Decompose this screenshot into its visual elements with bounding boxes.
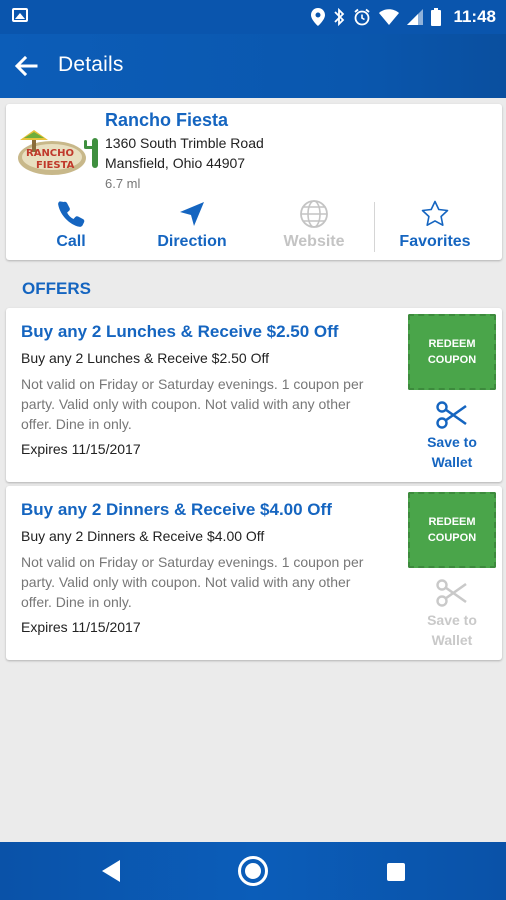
address-line-2: Mansfield, Ohio 44907 xyxy=(105,155,246,171)
redeem-coupon-button[interactable]: REDEEM COUPON xyxy=(408,314,496,390)
svg-text:RANCHO: RANCHO xyxy=(26,148,74,159)
offer-expiry: Expires 11/15/2017 xyxy=(21,619,141,635)
call-label: Call xyxy=(56,233,86,250)
gallery-icon xyxy=(12,8,28,22)
save-to-wallet-button[interactable]: Save to Wallet xyxy=(408,576,496,648)
arrow-left-icon[interactable] xyxy=(12,52,40,80)
offers-heading: OFFERS xyxy=(22,279,91,298)
save-to-wallet-label-line1: Save to xyxy=(427,612,477,628)
bluetooth-icon xyxy=(334,8,345,26)
scissors-icon xyxy=(436,579,467,607)
status-bar: 11:48 xyxy=(0,0,506,34)
website-button[interactable]: Website xyxy=(254,196,374,256)
battery-icon xyxy=(431,8,442,26)
website-label: Website xyxy=(283,233,345,250)
home-circle-icon[interactable] xyxy=(238,856,268,886)
favorites-label: Favorites xyxy=(399,233,471,250)
save-to-wallet-label-line1: Save to xyxy=(427,434,477,450)
rancho-fiesta-logo: RANCHO FIESTA xyxy=(18,130,98,175)
redeem-coupon-label: REDEEM COUPON xyxy=(427,338,477,366)
globe-icon xyxy=(300,200,328,228)
signal-icon xyxy=(407,9,424,25)
wifi-icon xyxy=(379,9,400,25)
offer-subtitle: Buy any 2 Lunches & Receive $2.50 Off xyxy=(21,350,270,366)
favorites-button[interactable]: Favorites xyxy=(375,196,495,256)
offer-card: Buy any 2 Dinners & Receive $4.00 Off Bu… xyxy=(6,486,502,660)
offer-title: Buy any 2 Lunches & Receive $2.50 Off xyxy=(21,322,339,341)
page-title: Details xyxy=(58,53,124,76)
save-to-wallet-label-line2: Wallet xyxy=(431,454,473,470)
alarm-icon xyxy=(354,8,371,26)
recents-square-icon[interactable] xyxy=(387,863,405,881)
offer-card: Buy any 2 Lunches & Receive $2.50 Off Bu… xyxy=(6,308,502,482)
phone-icon xyxy=(58,201,85,227)
save-to-wallet-label: Save to Wallet xyxy=(408,432,496,472)
redeem-coupon-label: REDEEM COUPON xyxy=(427,516,477,544)
offer-description: Not valid on Friday or Saturday evenings… xyxy=(21,554,364,610)
navigation-icon xyxy=(180,202,204,226)
save-to-wallet-label-line2: Wallet xyxy=(431,632,473,648)
app-bar: Details xyxy=(0,34,506,98)
offer-title: Buy any 2 Dinners & Receive $4.00 Off xyxy=(21,500,332,519)
redeem-coupon-button[interactable]: REDEEM COUPON xyxy=(408,492,496,568)
distance: 6.7 ml xyxy=(105,176,141,191)
system-nav-bar xyxy=(0,842,506,900)
business-card: RANCHO FIESTA Rancho Fiesta 1360 South T… xyxy=(6,104,502,260)
status-icons: 11:48 xyxy=(311,5,496,29)
star-outline-icon xyxy=(421,200,449,226)
svg-text:FIESTA: FIESTA xyxy=(36,160,75,171)
offer-expiry: Expires 11/15/2017 xyxy=(21,441,141,457)
call-button[interactable]: Call xyxy=(11,196,131,256)
direction-label: Direction xyxy=(157,233,227,250)
save-to-wallet-button[interactable]: Save to Wallet xyxy=(408,398,496,470)
offer-subtitle: Buy any 2 Dinners & Receive $4.00 Off xyxy=(21,528,265,544)
offer-description: Not valid on Friday or Saturday evenings… xyxy=(21,376,364,432)
location-icon xyxy=(311,8,326,26)
scissors-icon xyxy=(436,401,467,429)
direction-button[interactable]: Direction xyxy=(132,196,252,256)
save-to-wallet-label: Save to Wallet xyxy=(408,610,496,650)
clock: 11:48 xyxy=(453,7,496,26)
business-name: Rancho Fiesta xyxy=(105,110,229,130)
back-triangle-icon[interactable] xyxy=(100,859,122,883)
address-line-1: 1360 South Trimble Road xyxy=(105,135,264,151)
